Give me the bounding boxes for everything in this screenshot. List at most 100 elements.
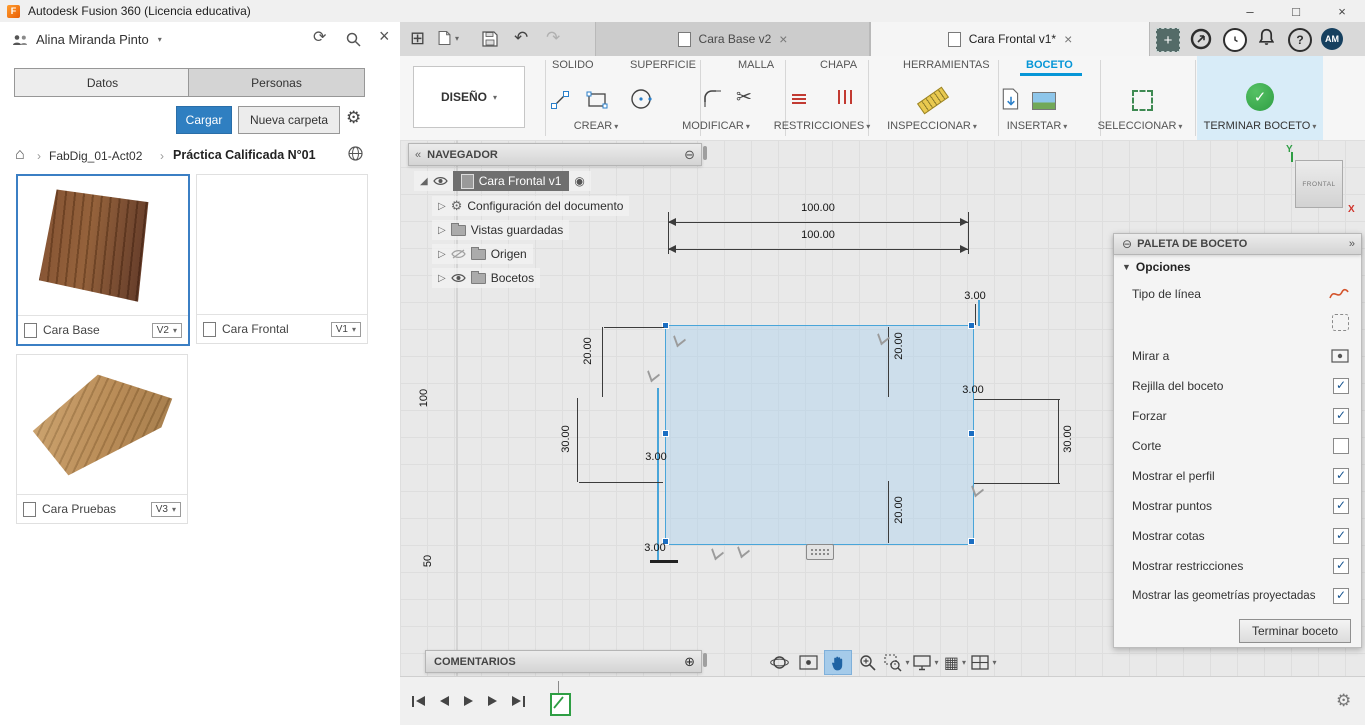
- new-tab-button[interactable]: +: [1156, 28, 1180, 52]
- visibility-off-eye-icon[interactable]: [451, 249, 466, 259]
- browser-root-row[interactable]: ◢ Cara Frontal v1 ◉: [414, 171, 591, 191]
- insert-file-icon[interactable]: [1002, 88, 1020, 110]
- show-data-panel-icon[interactable]: ⊞: [410, 29, 425, 47]
- job-status-clock-icon[interactable]: [1223, 28, 1247, 52]
- trim-scissors-icon[interactable]: ✂: [736, 86, 752, 109]
- panel-grip[interactable]: [703, 146, 707, 160]
- file-card-cara-pruebas[interactable]: Cara Pruebas V3▾: [16, 354, 188, 524]
- construction-line-type-icon[interactable]: [1332, 314, 1349, 331]
- rollup-icon[interactable]: ⊖: [684, 147, 695, 163]
- category-boceto[interactable]: BOCETO: [1026, 59, 1073, 71]
- version-dropdown[interactable]: V2▾: [152, 323, 182, 338]
- sketch-feature-marker[interactable]: [550, 693, 571, 716]
- category-herramientas[interactable]: HERRAMIENTAS: [903, 59, 990, 71]
- file-card-cara-frontal[interactable]: Cara Frontal V1▾: [196, 174, 368, 344]
- close-window-button[interactable]: ×: [1319, 0, 1365, 22]
- notifications-bell-icon[interactable]: [1259, 28, 1274, 46]
- active-document-node[interactable]: Cara Frontal v1: [453, 171, 570, 191]
- checkbox[interactable]: [1333, 378, 1349, 394]
- browser-item-sketches[interactable]: ▷ Bocetos: [432, 268, 540, 288]
- team-name[interactable]: Alina Miranda Pinto: [36, 32, 149, 47]
- undo-icon[interactable]: ↶: [514, 29, 528, 46]
- tab-datos[interactable]: Datos: [14, 68, 191, 97]
- dimension-value[interactable]: 30.00: [560, 417, 572, 461]
- new-folder-button[interactable]: Nueva carpeta: [238, 106, 340, 134]
- tab-personas[interactable]: Personas: [188, 68, 365, 97]
- collapse-panel-icon[interactable]: «: [415, 149, 421, 161]
- look-at-option-icon[interactable]: [1331, 349, 1349, 363]
- dimension-value[interactable]: 3.00: [635, 542, 675, 554]
- tab-cara-frontal[interactable]: Cara Frontal v1* ×: [870, 22, 1150, 56]
- root-expand-icon[interactable]: ◢: [420, 176, 428, 187]
- category-chapa[interactable]: CHAPA: [820, 59, 857, 71]
- look-at-icon[interactable]: [795, 651, 821, 674]
- browser-item-saved-views[interactable]: ▷ Vistas guardadas: [432, 220, 569, 240]
- visibility-eye-icon[interactable]: [451, 273, 466, 283]
- expand-icon[interactable]: ▷: [438, 201, 446, 212]
- redo-icon[interactable]: ↷: [546, 29, 560, 46]
- pan-hand-icon[interactable]: [824, 650, 852, 675]
- group-restricciones[interactable]: RESTRICCIONES▾: [772, 120, 872, 132]
- orbit-icon[interactable]: [766, 651, 792, 674]
- group-inspeccionar[interactable]: INSPECCIONAR▾: [882, 120, 982, 132]
- upload-button[interactable]: Cargar: [176, 106, 232, 134]
- tab-cara-base[interactable]: Cara Base v2 ×: [595, 22, 870, 56]
- sketch-offset-line-left[interactable]: [657, 388, 659, 560]
- dimension-value[interactable]: 20.00: [893, 488, 905, 532]
- rectangle-tool-icon[interactable]: [586, 90, 608, 110]
- zoom-window-icon[interactable]: ▾: [884, 651, 910, 674]
- checkbox[interactable]: [1333, 558, 1349, 574]
- group-crear[interactable]: CREAR▾: [566, 120, 626, 132]
- sketch-offset-line-top-right[interactable]: [978, 300, 980, 326]
- dimension-value[interactable]: 3.00: [953, 384, 993, 396]
- browser-item-origin[interactable]: ▷ Origen: [432, 244, 533, 264]
- close-tab-icon[interactable]: ×: [1064, 31, 1072, 47]
- category-malla[interactable]: MALLA: [738, 59, 774, 71]
- expand-icon[interactable]: ▷: [438, 225, 446, 236]
- dimension-value[interactable]: 30.00: [1062, 417, 1074, 461]
- sketch-point[interactable]: [968, 538, 975, 545]
- circle-tool-icon[interactable]: [628, 86, 654, 112]
- vertical-constraint-icon[interactable]: [836, 90, 854, 109]
- add-comment-icon[interactable]: ⊕: [684, 654, 695, 670]
- measure-tool-icon[interactable]: [918, 94, 948, 107]
- help-icon[interactable]: ?: [1288, 28, 1312, 52]
- timeline-play-button[interactable]: [464, 693, 473, 709]
- viewcube-front-face[interactable]: FRONTAL: [1302, 181, 1335, 188]
- version-dropdown[interactable]: V3▾: [151, 502, 181, 517]
- dimension-value[interactable]: 100.00: [796, 202, 840, 214]
- expand-icon[interactable]: ▷: [438, 273, 446, 284]
- checkbox[interactable]: [1333, 588, 1349, 604]
- category-superficie[interactable]: SUPERFICIE: [630, 59, 696, 71]
- search-icon[interactable]: [346, 32, 361, 47]
- dimension-value[interactable]: 20.00: [582, 329, 594, 373]
- group-insertar[interactable]: INSERTAR▾: [997, 120, 1077, 132]
- dimension-value[interactable]: 3.00: [636, 451, 676, 463]
- activate-radio-icon[interactable]: ◉: [574, 174, 584, 188]
- grid-settings-icon[interactable]: ▦ ▾: [942, 651, 968, 674]
- expand-panel-icon[interactable]: »: [1349, 238, 1355, 250]
- dimension-value[interactable]: 100.00: [796, 229, 840, 241]
- zoom-icon[interactable]: [855, 651, 881, 674]
- sketch-point[interactable]: [968, 322, 975, 329]
- timeline-step-back-button[interactable]: [440, 693, 449, 709]
- display-settings-icon[interactable]: ▾: [913, 651, 939, 674]
- version-dropdown[interactable]: V1▾: [331, 322, 361, 337]
- breadcrumb-folder[interactable]: Práctica Calificada N°01: [173, 148, 316, 162]
- checkbox[interactable]: [1333, 438, 1349, 454]
- comments-bar[interactable]: COMENTARIOS ⊕: [425, 650, 702, 673]
- save-icon[interactable]: [482, 31, 498, 47]
- timeline-skip-start-button[interactable]: [412, 693, 425, 709]
- expand-icon[interactable]: ▷: [438, 249, 446, 260]
- select-tool-icon[interactable]: [1132, 90, 1153, 111]
- globe-icon[interactable]: [348, 146, 363, 161]
- restore-button[interactable]: □: [1273, 0, 1319, 22]
- viewports-icon[interactable]: ▾: [971, 651, 997, 674]
- sketch-point[interactable]: [662, 430, 669, 437]
- file-card-cara-base[interactable]: Cara Base V2▾: [16, 174, 190, 346]
- workspace-selector[interactable]: DISEÑO▾: [413, 66, 525, 128]
- insert-image-icon[interactable]: [1032, 92, 1056, 110]
- timeline-skip-end-button[interactable]: [512, 693, 525, 709]
- browser-item-doc-settings[interactable]: ▷ ⚙ Configuración del documento: [432, 196, 629, 216]
- sketch-profile-rectangle[interactable]: [665, 325, 974, 545]
